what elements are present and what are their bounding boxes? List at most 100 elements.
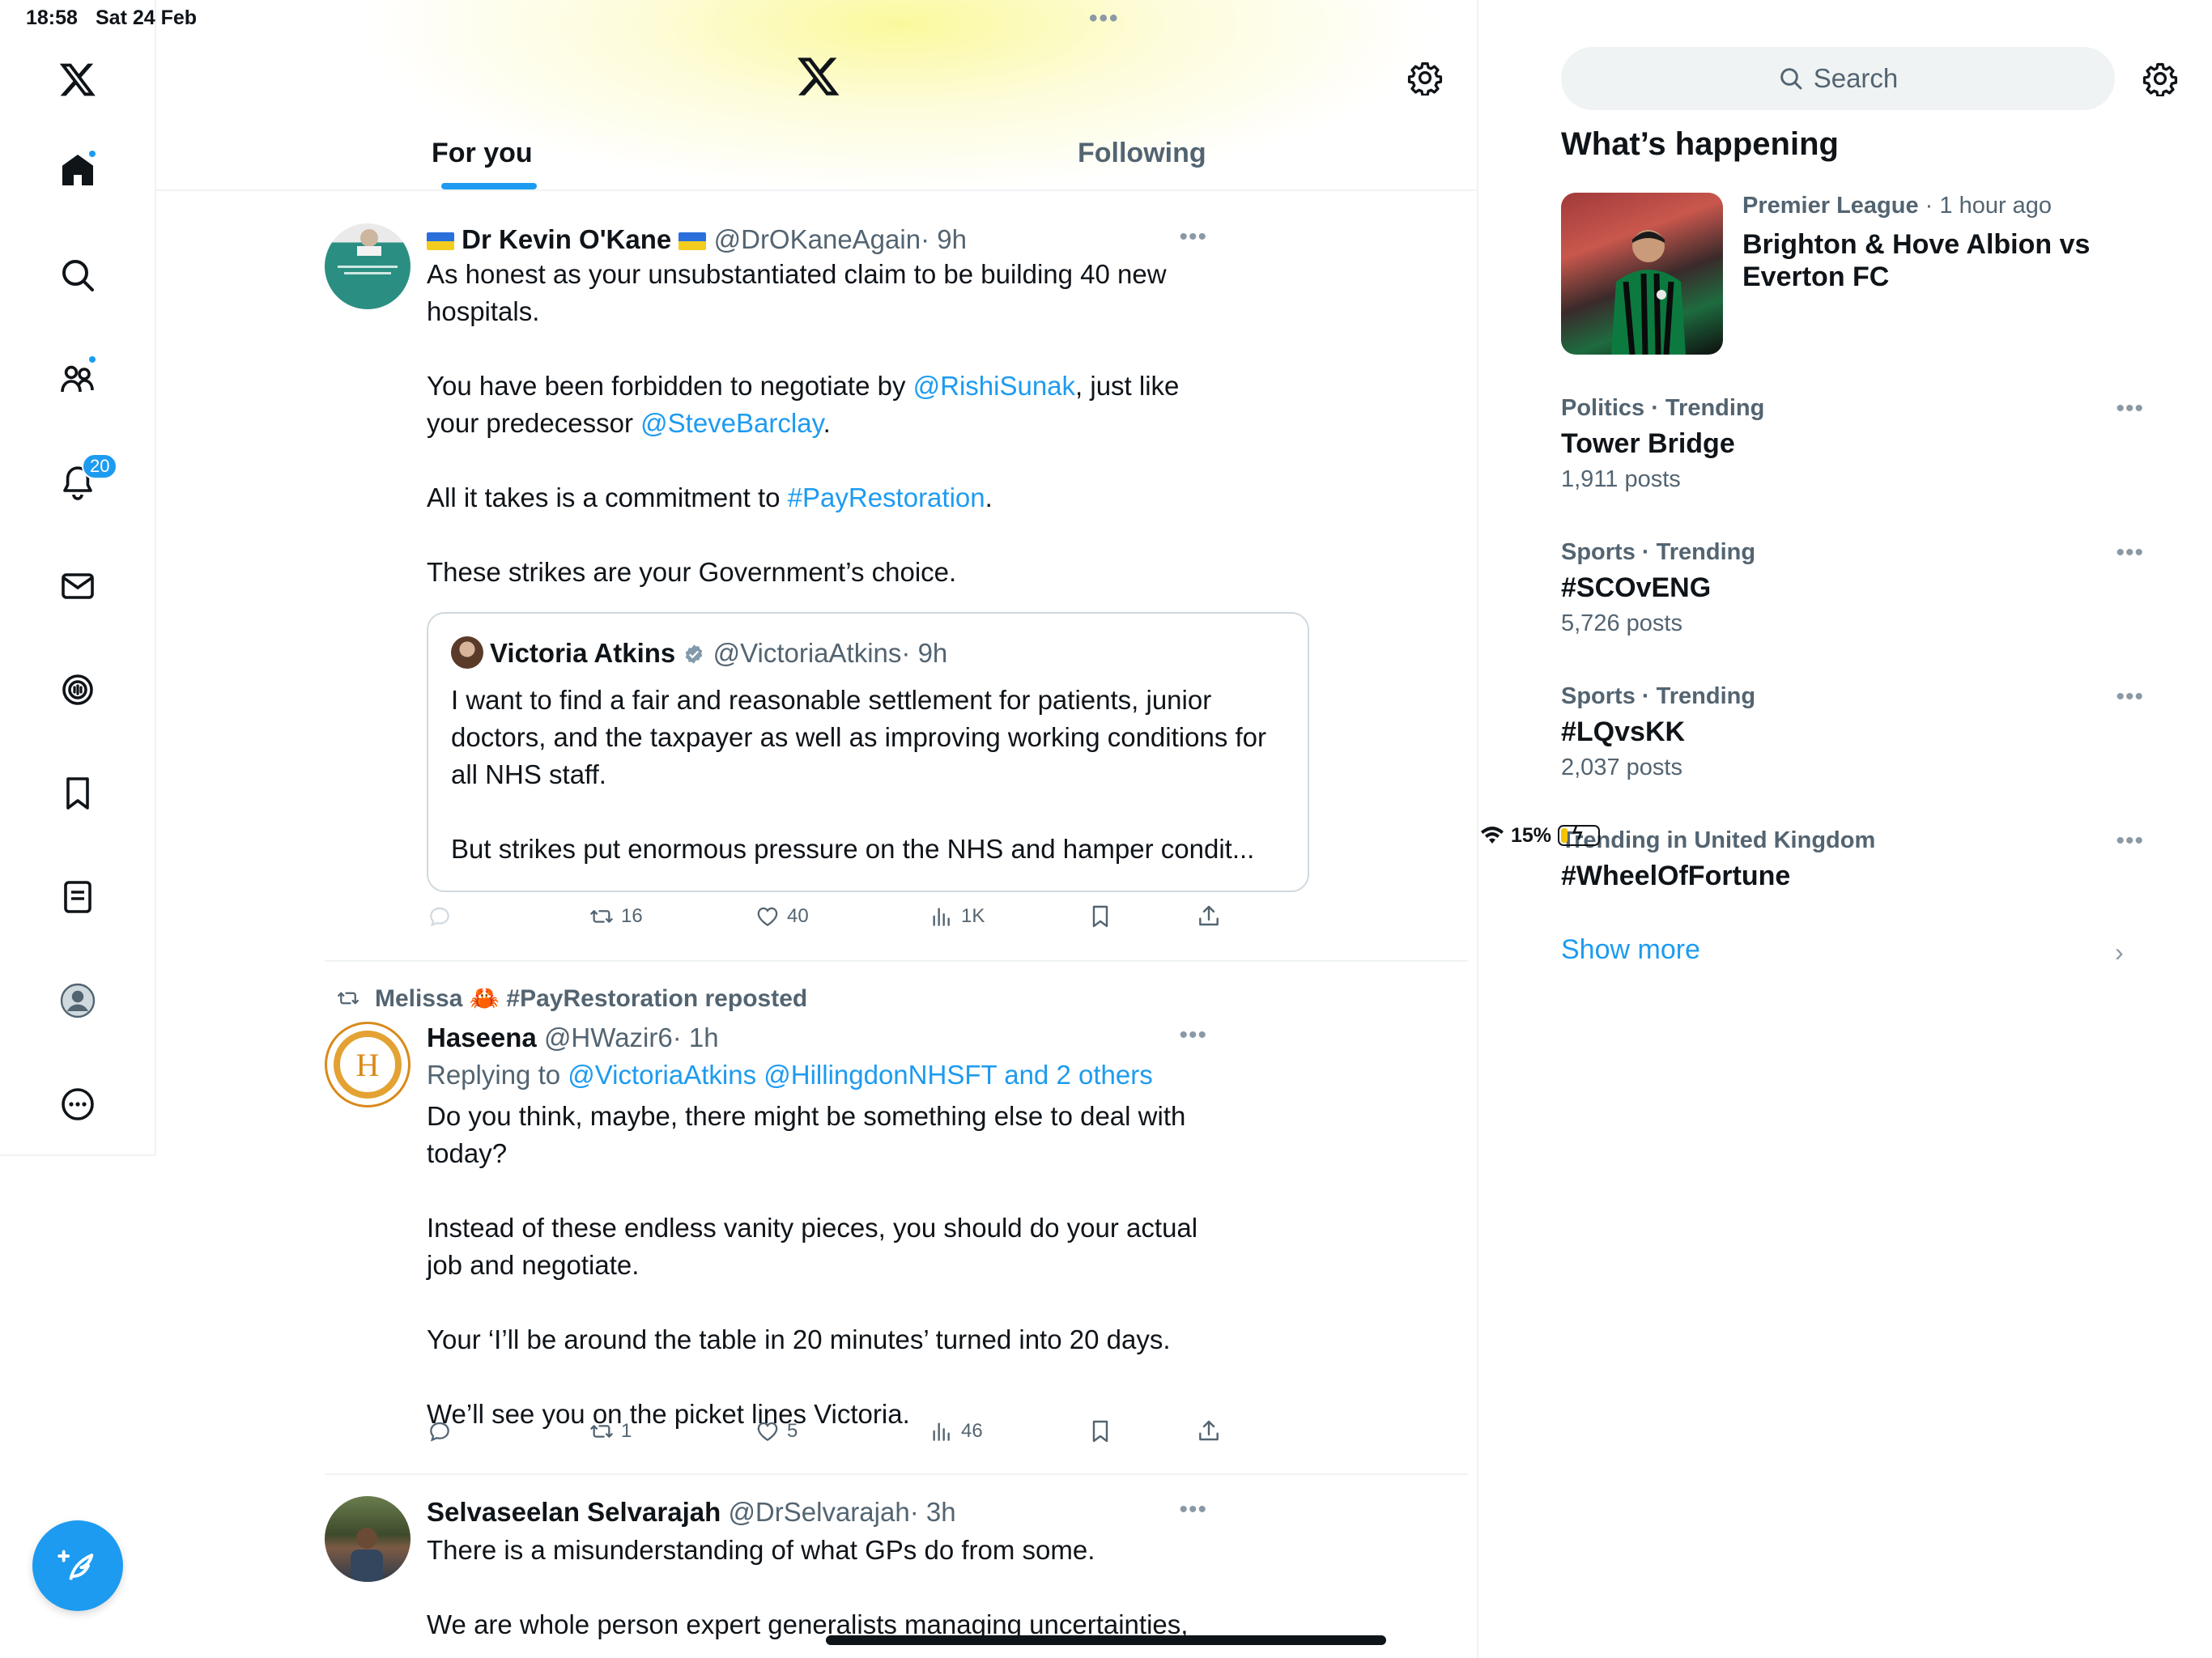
status-right: 15% ϟ (1480, 6, 2212, 1658)
tweet[interactable]: Selvaseelan Selvarajah @DrSelvarajah· 3h… (325, 1496, 1207, 1658)
quote-header: Victoria Atkins @VictoriaAtkins· 9h (451, 636, 947, 669)
author-name[interactable]: Dr Kevin O'Kane (462, 224, 671, 254)
retweet-icon (338, 992, 359, 1005)
nav-spaces[interactable] (52, 664, 104, 716)
more-options-icon[interactable]: ••• (1179, 1022, 1207, 1049)
avatar (451, 636, 483, 669)
tweet-time: · 1h (672, 1022, 719, 1052)
views-button[interactable]: 46 (929, 1418, 983, 1444)
avatar[interactable] (325, 1496, 410, 1582)
home-unread-dot (87, 149, 97, 159)
compose-button[interactable] (32, 1520, 123, 1611)
replying-to-links[interactable]: @VictoriaAtkins @HillingdonNHSFT and 2 o… (568, 1060, 1152, 1090)
lists-icon (64, 881, 91, 913)
x-logo-icon[interactable] (52, 53, 104, 105)
main-timeline: For you Following Dr Kevin O'Kane @DrOKa… (156, 0, 1478, 1658)
bookmark-button[interactable] (1087, 903, 1113, 929)
tweet-body: Selvaseelan Selvarajah @DrSelvarajah· 3h… (427, 1496, 1207, 1643)
retweet-button[interactable]: 16 (589, 903, 643, 929)
nav-messages[interactable] (52, 560, 104, 612)
like-button[interactable]: 40 (755, 903, 809, 929)
nav-bookmarks[interactable] (52, 767, 104, 819)
retweet-count: 16 (621, 905, 643, 927)
status-bar: 18:58 Sat 24 Feb ••• 15% ϟ (0, 0, 2212, 847)
repost-context[interactable]: Melissa 🦀 #PayRestoration reposted (338, 984, 808, 1013)
author-handle[interactable]: @HWazir6 (544, 1022, 673, 1052)
like-button[interactable]: 5 (755, 1418, 798, 1444)
like-count: 5 (787, 1420, 798, 1442)
more-options-icon[interactable]: ••• (1179, 1496, 1207, 1524)
avatar[interactable]: H (325, 1022, 410, 1107)
retweet-icon (590, 1425, 613, 1438)
status-date: Sat 24 Feb (96, 6, 198, 29)
reply-button[interactable] (427, 903, 453, 929)
tweet-divider (325, 1473, 1468, 1475)
nav-home[interactable] (52, 144, 104, 196)
reposted-by-label: Melissa 🦀 #PayRestoration reposted (375, 985, 808, 1012)
more-options-icon[interactable]: ••• (1179, 223, 1207, 251)
quoted-tweet[interactable]: Victoria Atkins @VictoriaAtkins· 9h I wa… (427, 612, 1309, 892)
author-name[interactable]: Selvaseelan Selvarajah (427, 1497, 721, 1527)
quote-author-name: Victoria Atkins (490, 638, 676, 668)
mention-link[interactable]: @SteveBarclay (640, 408, 823, 438)
mention-link[interactable]: @RishiSunak (913, 371, 1075, 401)
status-time: 18:58 (26, 6, 78, 29)
more-circle-icon (62, 1088, 94, 1120)
tweet-paragraph: Do you think, maybe, there might be some… (427, 1101, 1186, 1168)
reply-icon (430, 1422, 449, 1442)
multitasking-dots[interactable]: ••• (1089, 5, 1120, 32)
share-icon (1199, 905, 1219, 926)
tweet-paragraph: You have been forbidden to negotiate by … (427, 371, 1180, 438)
tab-for-you[interactable]: For you (432, 138, 533, 169)
active-tab-indicator (441, 183, 537, 189)
tweet-header: Haseena @HWazir6· 1h (427, 1022, 1207, 1054)
x-logo-icon[interactable] (796, 53, 841, 99)
share-icon (1199, 1420, 1219, 1441)
tweet-time: · 3h (909, 1497, 956, 1527)
nav-explore[interactable] (52, 249, 104, 301)
quote-author-handle: @VictoriaAtkins (713, 638, 902, 668)
retweet-button[interactable]: 1 (589, 1418, 632, 1444)
battery-icon: ϟ (1558, 823, 1601, 846)
tweet-paragraph: There is a misunderstanding of what GPs … (427, 1535, 1095, 1565)
like-icon (757, 1422, 778, 1441)
reply-button[interactable] (427, 1418, 453, 1444)
like-count: 40 (787, 905, 809, 927)
avatar[interactable] (325, 223, 410, 309)
share-button[interactable] (1196, 1418, 1222, 1444)
share-button[interactable] (1196, 903, 1222, 929)
tweet[interactable]: Dr Kevin O'Kane @DrOKaneAgain· 9h ••• As… (325, 223, 1309, 952)
nav-profile[interactable] (52, 975, 104, 1027)
quote-time: · 9h (901, 638, 948, 668)
grok-icon (62, 674, 93, 705)
tweet-header: Selvaseelan Selvarajah @DrSelvarajah· 3h (427, 1496, 1207, 1528)
profile-icon (60, 983, 96, 1018)
svg-text:H: H (356, 1047, 380, 1083)
author-name[interactable]: Haseena (427, 1022, 537, 1052)
search-icon (62, 260, 94, 291)
tweet-body: Dr Kevin O'Kane @DrOKaneAgain· 9h ••• As… (427, 223, 1207, 591)
communities-unread-dot (87, 355, 97, 364)
views-icon (933, 1422, 950, 1441)
settings-icon[interactable] (1407, 60, 1443, 96)
tweet-divider (325, 960, 1468, 962)
views-button[interactable]: 1K (929, 903, 985, 929)
quote-text: I want to find a fair and reasonable set… (451, 685, 1266, 864)
nav-more[interactable] (52, 1078, 104, 1130)
tweet-paragraph: Your ‘I’ll be around the table in 20 min… (427, 1324, 1171, 1354)
author-handle[interactable]: @DrSelvarajah (728, 1497, 909, 1527)
tab-following[interactable]: Following (1078, 138, 1206, 169)
wifi-icon (1481, 827, 1504, 844)
tweet-actions: 1 5 46 (427, 1418, 1236, 1454)
compose-icon (57, 1550, 94, 1580)
tweet[interactable]: H Haseena @HWazir6· 1h ••• Replying to @… (325, 1022, 1219, 1459)
tweet-header: Dr Kevin O'Kane @DrOKaneAgain· 9h (427, 223, 1207, 256)
author-handle[interactable]: @DrOKaneAgain (714, 224, 921, 254)
bookmark-button[interactable] (1087, 1418, 1113, 1444)
nav-communities[interactable] (52, 353, 104, 405)
hashtag-link[interactable]: #PayRestoration (788, 483, 985, 512)
nav-notifications[interactable]: 20 (52, 453, 118, 508)
battery-percent: 15% (1511, 823, 1552, 847)
nav-lists[interactable] (52, 871, 104, 923)
home-indicator[interactable] (826, 1635, 1386, 1645)
